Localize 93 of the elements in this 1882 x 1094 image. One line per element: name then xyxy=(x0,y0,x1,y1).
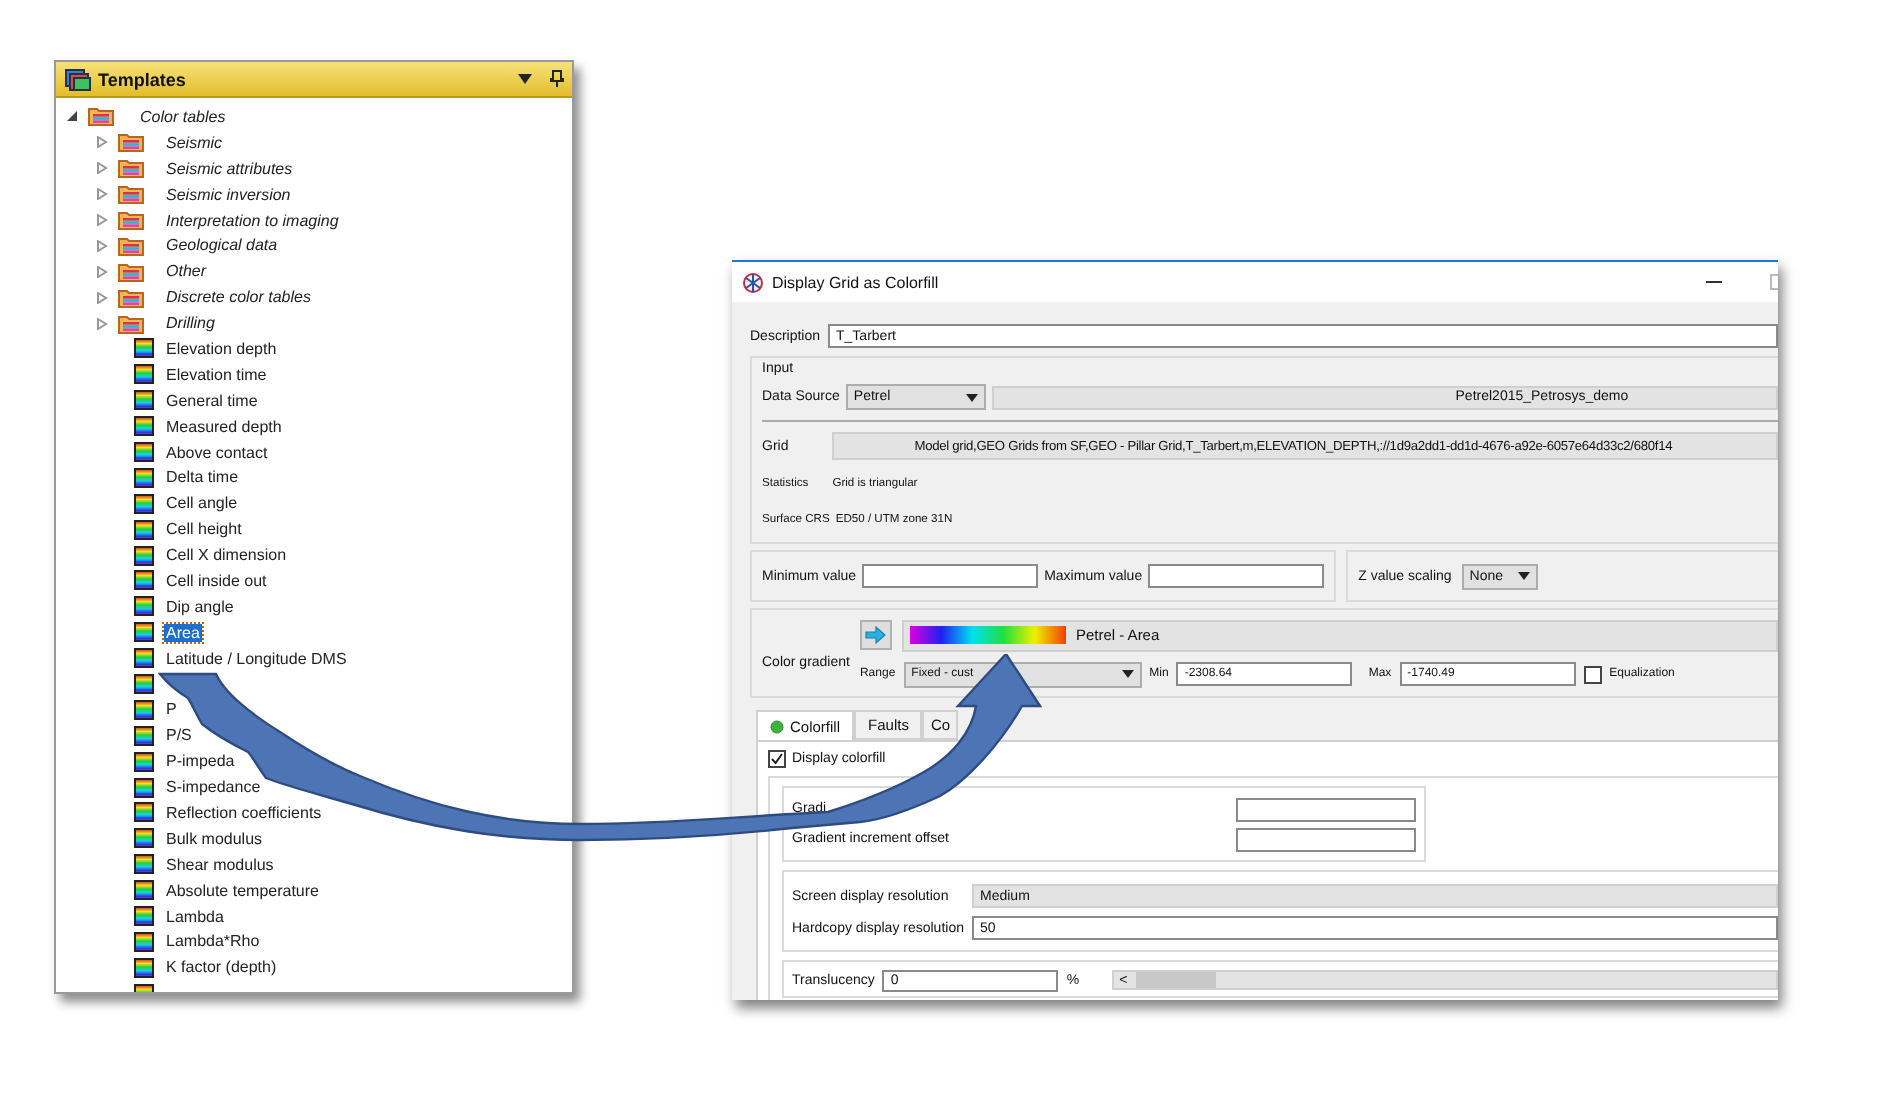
folder-label[interactable]: Geological data xyxy=(164,236,280,255)
folder-label[interactable]: Discrete color tables xyxy=(164,288,313,307)
template-item[interactable]: Lambda xyxy=(164,907,226,926)
template-item[interactable]: Bulk modulus xyxy=(164,829,265,848)
folder-label[interactable]: Other xyxy=(164,262,209,281)
color-table-icon xyxy=(134,364,154,385)
folder-label[interactable]: Seismic attributes xyxy=(164,159,295,178)
template-item[interactable]: Elevation time xyxy=(164,365,269,384)
expand-arrow-icon[interactable] xyxy=(96,291,108,304)
expand-arrow-icon[interactable] xyxy=(96,239,108,252)
color-table-icon xyxy=(134,416,154,437)
expand-arrow-icon[interactable] xyxy=(96,214,108,226)
template-item[interactable]: K factor (depth) xyxy=(164,958,279,977)
template-item[interactable]: General time xyxy=(164,391,260,410)
template-item[interactable]: Above contact xyxy=(164,443,270,462)
color-table-icon xyxy=(134,777,154,798)
dropdown-caret-icon xyxy=(1121,670,1134,678)
gradient-increment-field[interactable] xyxy=(1236,797,1416,821)
template-item[interactable]: P-impeda xyxy=(164,752,237,771)
template-item[interactable]: Cell inside out xyxy=(164,571,269,590)
expand-arrow-icon[interactable] xyxy=(96,265,108,278)
expand-arrow-icon[interactable] xyxy=(96,162,108,175)
color-table-icon xyxy=(134,493,154,514)
slider-thumb[interactable] xyxy=(1135,972,1216,988)
equalization-checkbox[interactable] xyxy=(1583,665,1602,683)
template-item[interactable]: Lambda*Rho xyxy=(164,932,262,951)
dropdown-caret-icon[interactable] xyxy=(518,74,532,84)
color-table-icon xyxy=(134,699,154,720)
folder-label[interactable]: Interpretation to imaging xyxy=(164,211,341,229)
template-item[interactable]: Cell X dimension xyxy=(164,546,289,565)
color-table-icon xyxy=(134,957,154,978)
color-table-icon xyxy=(134,467,154,488)
color-table-icon xyxy=(134,390,154,411)
folder-icon xyxy=(118,158,144,179)
panel-title: Templates xyxy=(98,69,188,89)
status-dot-icon xyxy=(770,719,784,733)
template-item[interactable]: Elevation depth xyxy=(164,339,279,358)
color-table-icon xyxy=(134,854,154,875)
dialog-title: Display Grid as Colorfill xyxy=(772,273,941,291)
folder-label[interactable]: Color tables xyxy=(138,107,228,126)
color-table-icon xyxy=(134,828,154,849)
color-table-icon xyxy=(134,545,154,566)
template-item[interactable]: Dip angle xyxy=(164,597,236,616)
template-item[interactable]: Reflection coefficients xyxy=(164,803,324,822)
color-table-icon xyxy=(134,802,154,823)
template-item[interactable]: S-impedance xyxy=(164,778,263,797)
color-table-icon xyxy=(134,519,154,540)
expand-arrow-icon[interactable] xyxy=(96,188,108,201)
template-item[interactable]: Absolute temperature xyxy=(164,881,321,900)
folder-label[interactable]: Seismic xyxy=(164,133,225,152)
dropdown-caret-icon xyxy=(965,393,978,401)
templates-icon xyxy=(64,67,92,91)
color-table-icon xyxy=(134,596,154,617)
template-item[interactable]: P/S xyxy=(164,726,194,745)
color-table-icon xyxy=(134,725,154,746)
expand-arrow-icon[interactable] xyxy=(96,136,108,149)
color-table-icon xyxy=(134,570,154,591)
folder-icon xyxy=(118,235,144,256)
color-table-icon xyxy=(134,751,154,772)
folder-icon xyxy=(118,132,144,153)
template-item[interactable]: Measured depth xyxy=(164,417,284,436)
folder-icon xyxy=(118,210,144,230)
maximum-value-field[interactable] xyxy=(1148,564,1325,588)
gradient-increment-offset-field[interactable] xyxy=(1236,827,1416,851)
folder-icon xyxy=(118,287,144,308)
color-table-icon xyxy=(134,931,154,952)
folder-label[interactable]: Drilling xyxy=(164,314,217,333)
color-table-icon xyxy=(134,622,154,643)
collapse-arrow-icon[interactable] xyxy=(66,110,78,123)
folder-icon xyxy=(118,313,144,334)
folder-icon xyxy=(118,261,144,282)
display-colorfill-checkbox[interactable] xyxy=(768,750,786,768)
folder-label[interactable]: Seismic inversion xyxy=(164,185,293,204)
template-item[interactable]: P xyxy=(164,700,179,719)
template-item[interactable]: Shear modulus xyxy=(164,855,276,874)
color-table-icon xyxy=(134,880,154,901)
template-item[interactable]: Delta time xyxy=(164,468,241,487)
color-table-icon xyxy=(134,442,154,463)
dropdown-caret-icon xyxy=(1517,572,1530,580)
folder-icon xyxy=(88,106,114,127)
template-item[interactable]: Latitude / Longitude DMS xyxy=(164,649,349,668)
expand-arrow-icon[interactable] xyxy=(96,317,108,330)
arrow-right-button[interactable] xyxy=(859,620,892,650)
template-item[interactable]: Cell height xyxy=(164,520,244,539)
template-item[interactable]: Area xyxy=(164,623,202,642)
color-table-icon xyxy=(134,906,154,927)
folder-icon xyxy=(118,184,144,205)
minimum-value-field[interactable] xyxy=(862,564,1039,588)
pin-icon[interactable] xyxy=(550,70,564,88)
template-item[interactable]: Cell angle xyxy=(164,494,240,513)
color-table-icon xyxy=(134,338,154,359)
color-table-icon xyxy=(134,648,154,669)
app-icon xyxy=(742,271,764,293)
